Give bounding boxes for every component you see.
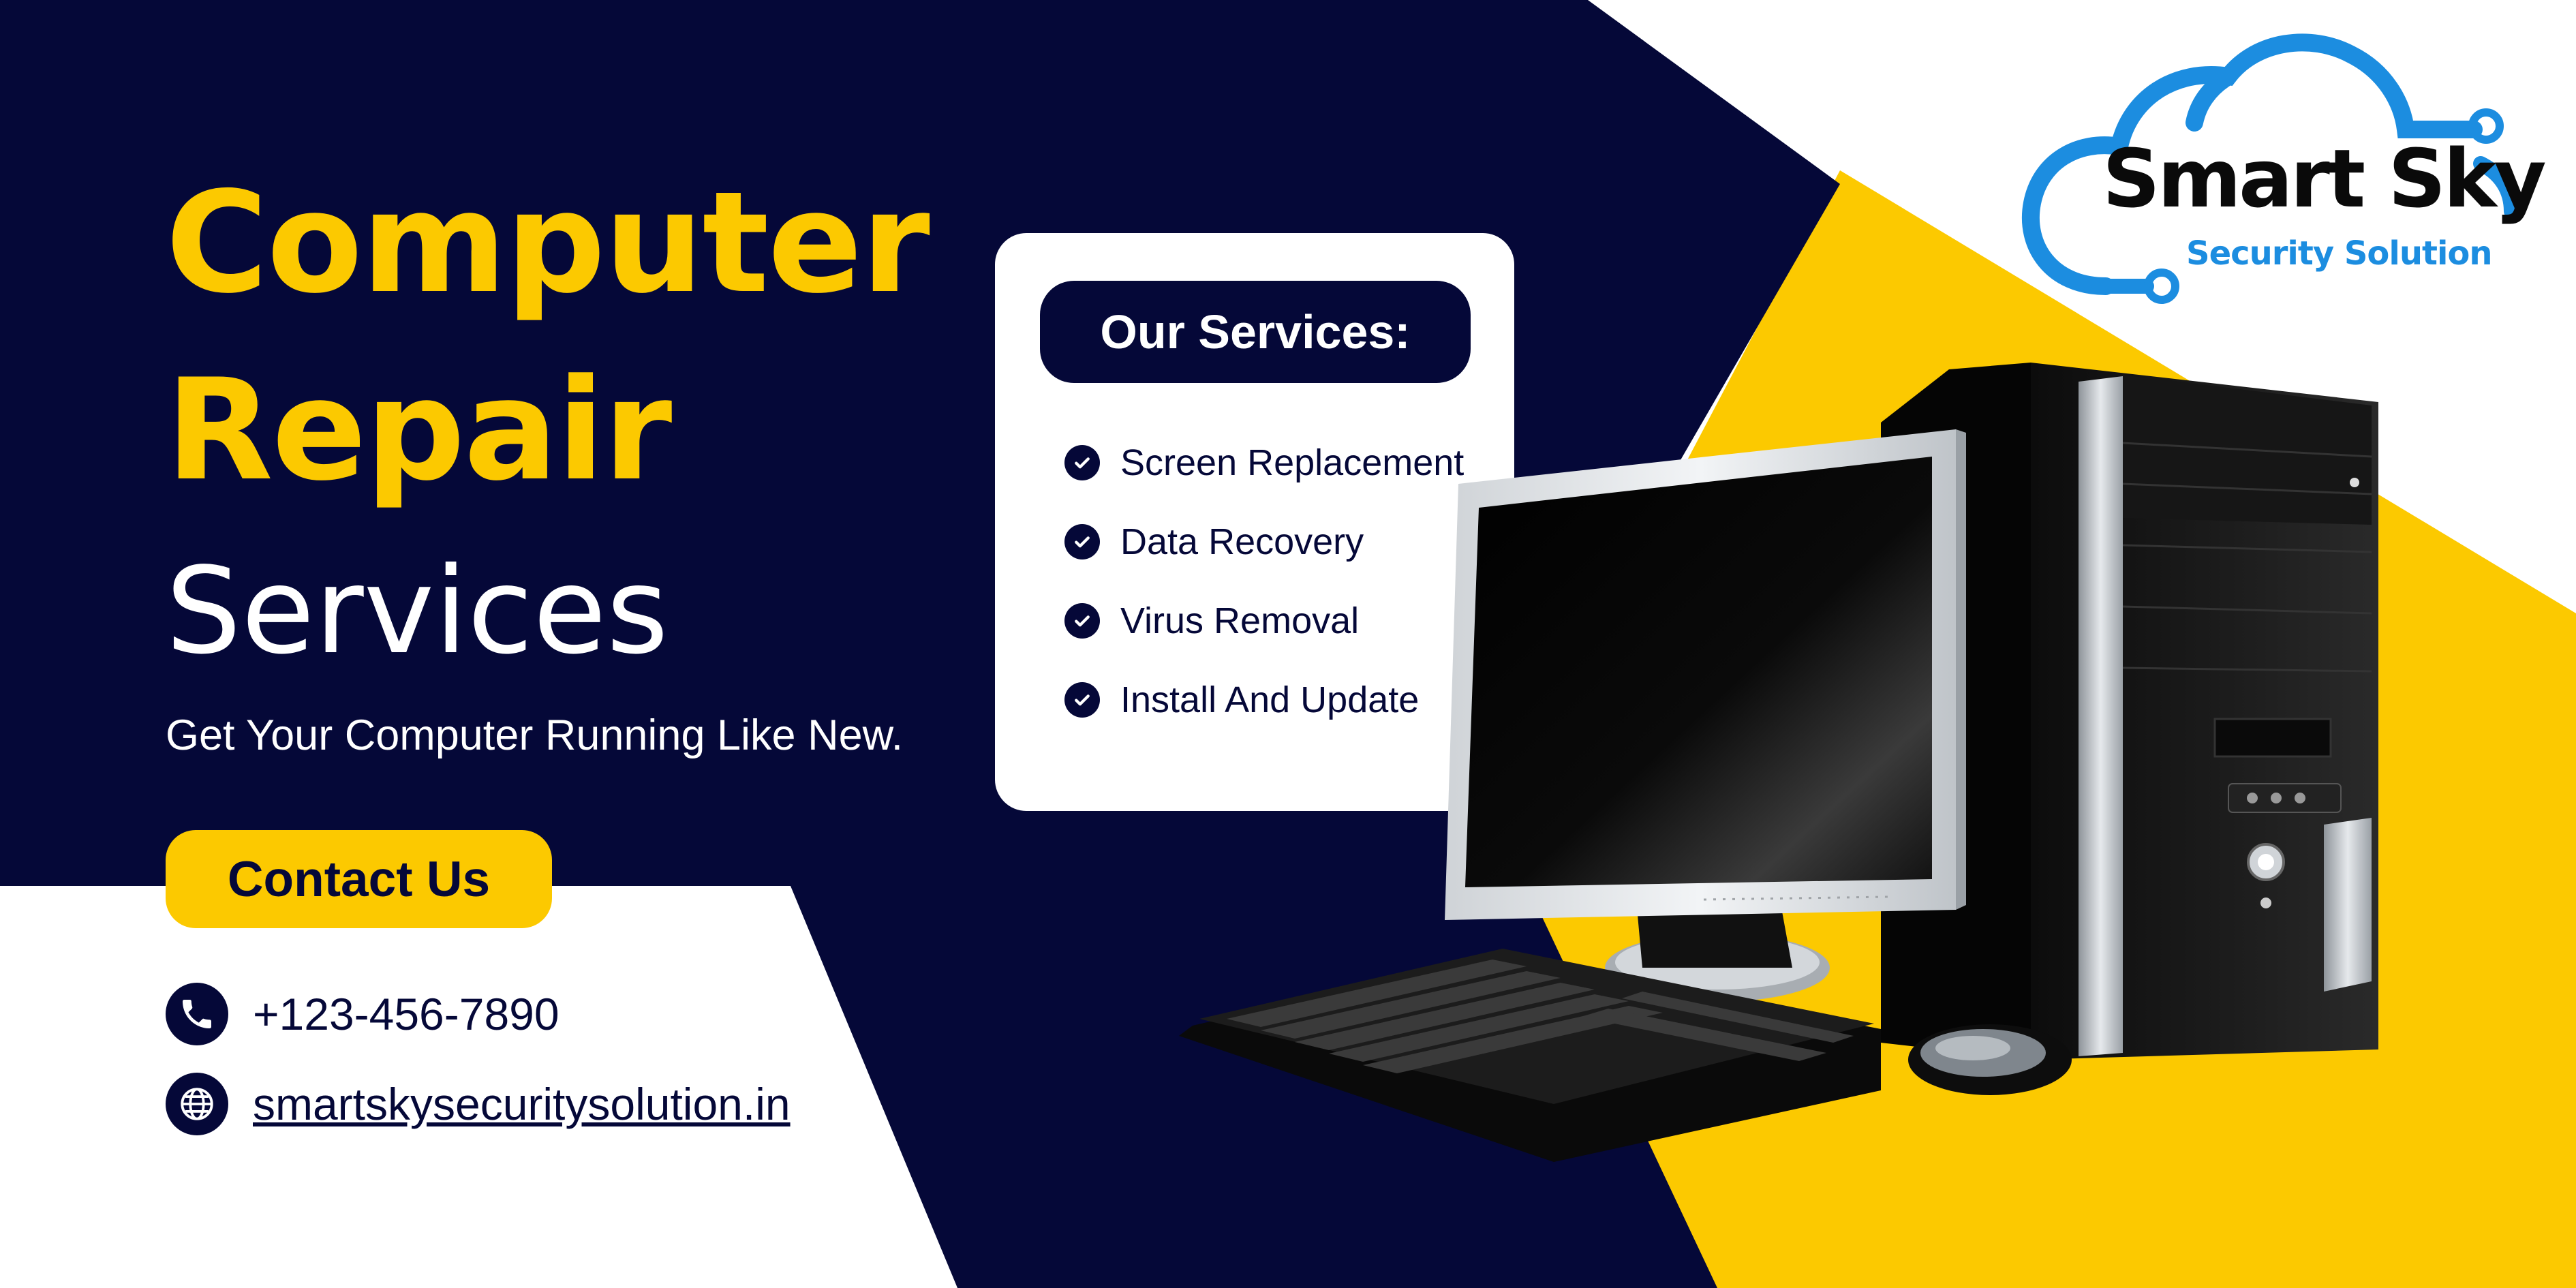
headline-line-3: Services xyxy=(166,542,669,681)
check-circle-icon xyxy=(1064,445,1100,480)
logo-subtitle: Security Solution xyxy=(2186,234,2493,273)
desktop-computer-illustration xyxy=(1179,363,2378,1162)
phone-row[interactable]: +123-456-7890 xyxy=(166,981,559,1047)
mouse xyxy=(1908,1024,2072,1095)
contact-us-button[interactable]: Contact Us xyxy=(166,830,552,928)
headline-line-1: Computer xyxy=(166,162,930,324)
website-link[interactable]: smartskysecuritysolution.in xyxy=(253,1078,791,1130)
brand-logo: Smart Sky Security Solution xyxy=(2004,27,2547,320)
check-circle-icon xyxy=(1064,524,1100,559)
check-circle-icon xyxy=(1064,682,1100,718)
logo-title: Smart Sky xyxy=(2102,132,2547,226)
globe-icon xyxy=(166,1073,228,1135)
tagline: Get Your Computer Running Like New. xyxy=(166,711,904,759)
website-row[interactable]: smartskysecuritysolution.in xyxy=(166,1071,791,1137)
phone-number: +123-456-7890 xyxy=(253,989,559,1039)
check-circle-icon xyxy=(1064,603,1100,639)
monitor xyxy=(1445,429,1966,920)
phone-icon xyxy=(166,983,228,1045)
headline-line-2: Repair xyxy=(166,350,672,512)
